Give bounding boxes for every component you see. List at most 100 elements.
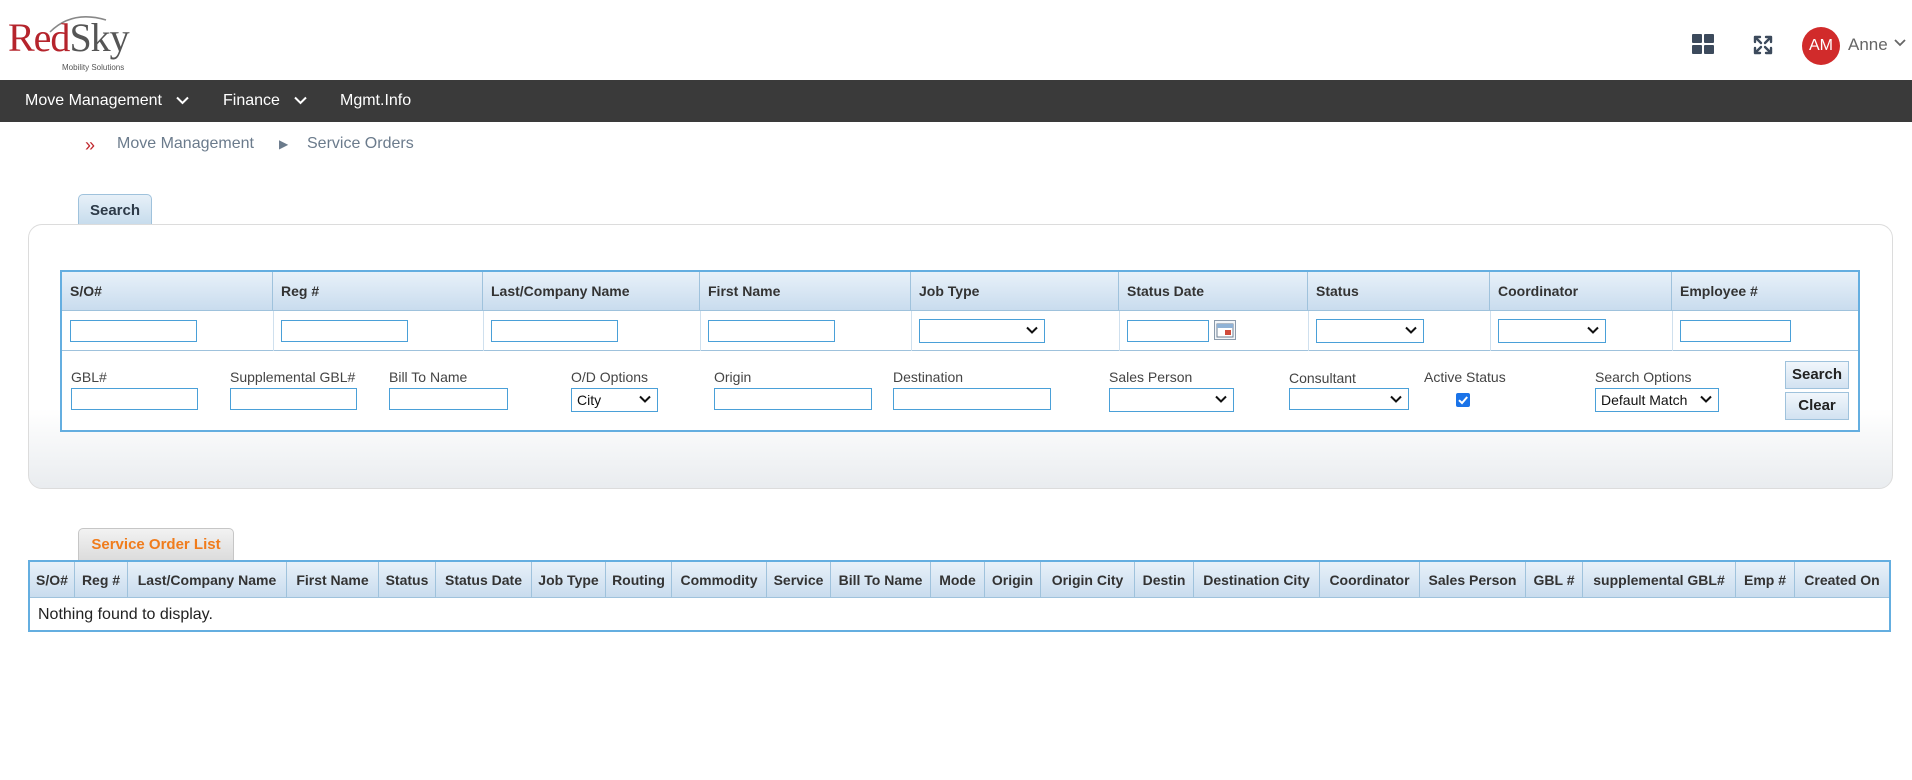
- service-order-table: S/O# Reg # Last/Company Name First Name …: [28, 560, 1891, 632]
- col-reg-number[interactable]: Reg #: [75, 562, 128, 598]
- nav-item-mgmt-info[interactable]: Mgmt.Info: [340, 80, 411, 122]
- origin-label: Origin: [714, 369, 752, 385]
- reg-number-input[interactable]: [281, 320, 408, 342]
- supplemental-gbl-input[interactable]: [230, 388, 357, 410]
- user-avatar[interactable]: AM: [1802, 27, 1840, 65]
- nav-item-finance[interactable]: Finance: [223, 80, 308, 122]
- col-last-company-name: Last/Company Name: [483, 272, 700, 311]
- calendar-icon[interactable]: [1214, 320, 1236, 340]
- col-origin-city[interactable]: Origin City: [1041, 562, 1135, 598]
- chevron-down-icon: [1587, 326, 1599, 334]
- logo-text-sky: Sky: [69, 15, 129, 60]
- chevron-down-icon: [1026, 326, 1038, 334]
- destination-input[interactable]: [893, 388, 1051, 410]
- apps-grid-icon[interactable]: [1692, 34, 1714, 54]
- search-options-value: Default Match: [1601, 392, 1688, 408]
- col-last-company-name[interactable]: Last/Company Name: [128, 562, 287, 598]
- nav-item-label: Finance: [223, 92, 280, 109]
- logo-tagline: Mobility Solutions: [62, 63, 125, 72]
- col-gbl-number[interactable]: GBL #: [1526, 562, 1583, 598]
- fullscreen-icon[interactable]: [1752, 34, 1774, 56]
- col-coordinator[interactable]: Coordinator: [1320, 562, 1420, 598]
- supplemental-gbl-label: Supplemental GBL#: [230, 369, 356, 385]
- chevron-down-icon: [639, 395, 651, 403]
- top-header: RedSky Mobility Solutions AM Anne: [0, 0, 1912, 80]
- breadcrumb-arrows-icon: »: [85, 135, 96, 155]
- clear-button[interactable]: Clear: [1785, 392, 1849, 420]
- sales-person-select[interactable]: [1109, 388, 1234, 412]
- redsky-logo[interactable]: RedSky Mobility Solutions: [8, 14, 138, 74]
- col-status-date[interactable]: Status Date: [436, 562, 532, 598]
- nav-item-label: Mgmt.Info: [340, 92, 412, 109]
- tab-search[interactable]: Search: [78, 194, 152, 226]
- breadcrumb-section[interactable]: Move Management: [117, 135, 254, 153]
- od-options-label: O/D Options: [571, 369, 649, 385]
- col-status: Status: [1308, 272, 1490, 311]
- status-date-input[interactable]: [1127, 320, 1209, 342]
- col-so-number: S/O#: [62, 272, 273, 311]
- bill-to-name-input[interactable]: [389, 388, 508, 410]
- job-type-select[interactable]: [919, 319, 1045, 343]
- consultant-label: Consultant: [1289, 370, 1356, 386]
- col-routing[interactable]: Routing: [606, 562, 672, 598]
- col-job-type[interactable]: Job Type: [532, 562, 606, 598]
- col-service[interactable]: Service: [767, 562, 831, 598]
- od-options-value: City: [577, 392, 602, 408]
- user-name[interactable]: Anne: [1848, 35, 1888, 55]
- col-first-name: First Name: [700, 272, 911, 311]
- col-commodity[interactable]: Commodity: [672, 562, 767, 598]
- chevron-down-icon: [1215, 395, 1227, 403]
- col-bill-to-name[interactable]: Bill To Name: [831, 562, 931, 598]
- nav-item-move-management[interactable]: Move Management: [25, 80, 190, 122]
- od-options-select[interactable]: City: [571, 388, 658, 412]
- gbl-label: GBL#: [71, 369, 107, 385]
- col-destin[interactable]: Destin: [1135, 562, 1194, 598]
- origin-input[interactable]: [714, 388, 872, 410]
- empty-table-message: Nothing found to display.: [38, 606, 213, 623]
- status-select[interactable]: [1316, 319, 1424, 343]
- tab-service-order-list[interactable]: Service Order List: [78, 528, 234, 560]
- col-status[interactable]: Status: [379, 562, 436, 598]
- bill-to-name-label: Bill To Name: [389, 369, 468, 385]
- chevron-down-icon: [1390, 395, 1402, 403]
- col-destination-city[interactable]: Destination City: [1194, 562, 1320, 598]
- active-status-checkbox[interactable]: [1456, 393, 1470, 407]
- search-row-primary: [62, 311, 1858, 351]
- first-name-input[interactable]: [708, 320, 835, 342]
- search-grid: S/O# Reg # Last/Company Name First Name …: [60, 270, 1860, 432]
- nav-item-label: Move Management: [25, 92, 162, 109]
- breadcrumb-page: Service Orders: [307, 135, 414, 152]
- table-header: S/O# Reg # Last/Company Name First Name …: [30, 562, 1889, 598]
- chevron-down-icon: [1405, 326, 1417, 334]
- col-reg-number: Reg #: [273, 272, 483, 311]
- destination-label: Destination: [893, 369, 964, 385]
- col-emp-number[interactable]: Emp #: [1736, 562, 1795, 598]
- checkmark-icon: [1458, 396, 1468, 405]
- search-grid-header: S/O# Reg # Last/Company Name First Name …: [62, 272, 1858, 311]
- chevron-down-icon: [1700, 395, 1712, 403]
- col-mode[interactable]: Mode: [931, 562, 985, 598]
- search-options-select[interactable]: Default Match: [1595, 388, 1719, 412]
- col-so-number[interactable]: S/O#: [30, 562, 75, 598]
- sales-person-label: Sales Person: [1109, 369, 1193, 385]
- last-company-name-input[interactable]: [491, 320, 618, 342]
- consultant-select[interactable]: [1289, 388, 1409, 410]
- logo-text-red: Red: [8, 15, 70, 60]
- chevron-down-icon[interactable]: [1894, 38, 1906, 48]
- employee-number-input[interactable]: [1680, 320, 1791, 342]
- col-supplemental-gbl[interactable]: supplemental GBL#: [1583, 562, 1736, 598]
- col-employee-number: Employee #: [1680, 283, 1758, 299]
- chevron-down-icon: [176, 97, 190, 105]
- so-number-input[interactable]: [70, 320, 197, 342]
- col-job-type: Job Type: [911, 272, 1119, 311]
- col-status-date: Status Date: [1119, 272, 1308, 311]
- coordinator-select[interactable]: [1498, 319, 1606, 343]
- col-sales-person[interactable]: Sales Person: [1420, 562, 1526, 598]
- col-origin[interactable]: Origin: [985, 562, 1041, 598]
- col-first-name[interactable]: First Name: [287, 562, 379, 598]
- col-created-on[interactable]: Created On: [1795, 562, 1889, 598]
- search-button[interactable]: Search: [1785, 361, 1849, 389]
- breadcrumb-separator-icon: ▶: [279, 137, 289, 151]
- gbl-input[interactable]: [71, 388, 198, 410]
- active-status-label: Active Status: [1424, 369, 1506, 385]
